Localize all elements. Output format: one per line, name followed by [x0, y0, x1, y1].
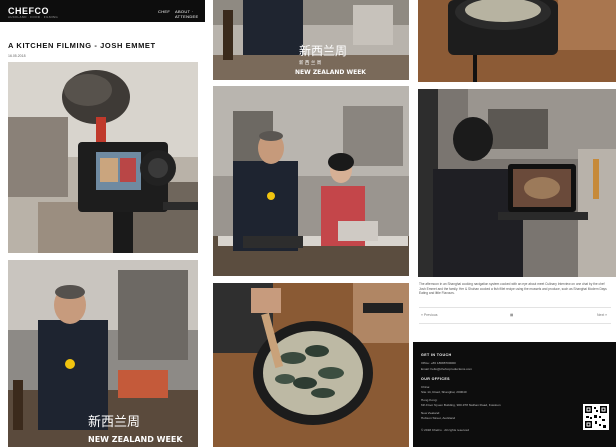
divider-top	[419, 307, 611, 308]
post-title: A KITCHEN FILMING - JOSH EMMET	[8, 41, 156, 50]
photo-brand-cn-2: 新西兰周	[299, 43, 347, 58]
footer-office-line: Site 14, Road, Shanghai, 200040	[421, 390, 467, 394]
grid-view-icon[interactable]: ▦	[510, 313, 513, 317]
footer-contact-phone[interactable]: Office: +86 18688700000	[421, 361, 456, 365]
photo-brand-cn: 新西兰周	[88, 414, 140, 430]
article-paragraph: The afternoon in an Shanghai cooking nav…	[419, 282, 607, 296]
site-tagline: AUCKLAND · FOOD · FILMING	[8, 15, 59, 19]
photo-camera-filming[interactable]	[8, 62, 198, 253]
photo-chef-and-host[interactable]	[213, 86, 409, 276]
photo-host-laptop[interactable]	[418, 89, 616, 277]
chef-and-host-image	[213, 86, 409, 276]
nav-item-chef[interactable]: CHEF	[158, 9, 170, 14]
photo-brand-cn-sub: 新 西 兰 周	[299, 59, 321, 66]
photo-kitchen-top[interactable]: 新西兰周 新 西 兰 周 NEW ZEALAND WEEK	[213, 0, 409, 80]
chef-closeup-image: 新西兰周 NEW ZEALAND WEEK	[8, 260, 198, 447]
footer-office-line: Hong Kong:	[421, 398, 438, 402]
photo-chef-closeup[interactable]: 新西兰周 NEW ZEALAND WEEK	[8, 260, 198, 447]
next-post-link[interactable]: Next »	[597, 313, 607, 317]
nav-item-about[interactable]: ABOUT · ATTENDEE	[175, 9, 205, 19]
camera-filming-image	[8, 62, 198, 253]
right-column: The afternoon in an Shanghai cooking nav…	[413, 0, 616, 447]
site-footer: GET IN TOUCH Office: +86 18688700000 Ema…	[413, 342, 616, 447]
footer-office-line: 6th Floor Nyuen Building, 900-978 Nathan…	[421, 403, 501, 407]
host-laptop-image	[418, 89, 616, 277]
photo-pan-stove[interactable]	[418, 0, 616, 82]
middle-column: 新西兰周 新 西 兰 周 NEW ZEALAND WEEK	[209, 0, 409, 447]
kitchen-top-image: 新西兰周 新 西 兰 周 NEW ZEALAND WEEK	[213, 0, 409, 80]
photo-brand-en-2: NEW ZEALAND WEEK	[295, 69, 366, 76]
footer-office-line: Hobson Street, Auckland	[421, 416, 456, 420]
mussels-pan-image	[213, 283, 409, 447]
photo-brand-en: NEW ZEALAND WEEK	[88, 435, 183, 444]
footer-contact-email[interactable]: Email: hello@chefcoproductions.com	[421, 367, 472, 371]
qr-code-icon[interactable]	[583, 404, 609, 430]
site-header: CHEFCO AUCKLAND · FOOD · FILMING CHEF AB…	[0, 0, 205, 22]
footer-copyright: © 2018 Chefco · All rights reserved	[421, 428, 470, 432]
left-column: CHEFCO AUCKLAND · FOOD · FILMING CHEF AB…	[0, 0, 205, 447]
footer-our-offices: OUR OFFICES	[421, 377, 450, 381]
previous-post-link[interactable]: « Previous	[421, 313, 438, 317]
post-date: 16.05.2018	[8, 54, 26, 58]
pan-stove-image	[418, 0, 616, 82]
footer-office-line: China:	[421, 385, 430, 389]
photo-mussels-pan[interactable]	[213, 283, 409, 447]
footer-office-line: New Zealand:	[421, 411, 441, 415]
footer-get-in-touch: GET IN TOUCH	[421, 353, 452, 357]
divider-bottom	[419, 323, 611, 324]
